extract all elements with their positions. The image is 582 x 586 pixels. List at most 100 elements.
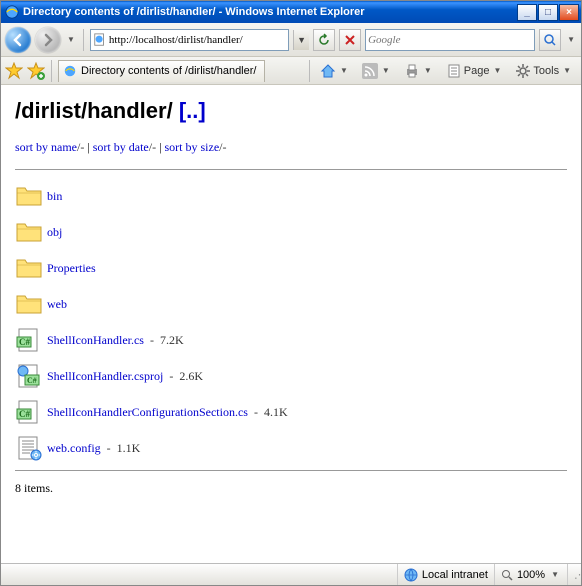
parent-link[interactable]: [..] [179, 98, 206, 123]
arrow-left-icon [11, 33, 25, 47]
status-zoom[interactable]: 100% ▼ [494, 564, 567, 585]
entry-link[interactable]: obj [47, 225, 62, 240]
fav-toolbar: Directory contents of /dirlist/handler/ … [1, 57, 581, 85]
folder-icon [15, 219, 43, 245]
directory-listing: bin obj Properties web C# ShellIconHandler.cs… [15, 178, 567, 466]
sort-options: sort by name/- | sort by date/- | sort b… [15, 140, 567, 155]
folder-icon [15, 291, 43, 317]
toolbar-separator [51, 60, 52, 82]
dash: - [150, 333, 154, 348]
list-item: C#ShellIconHandler.csproj - 2.6K [15, 358, 567, 394]
entry-size: 2.6K [179, 369, 203, 384]
sort-suffix: /- [149, 140, 156, 154]
browser-tab[interactable]: Directory contents of /dirlist/handler/ [58, 60, 265, 82]
window-title: Directory contents of /dirlist/handler/ … [23, 6, 517, 18]
maximize-button[interactable]: □ [538, 4, 558, 21]
page-menu-label: Page [464, 65, 490, 77]
refresh-button[interactable] [313, 29, 335, 51]
svg-text:C#: C# [19, 409, 30, 419]
search-dropdown[interactable]: ▼ [565, 35, 577, 44]
entry-link[interactable]: ShellIconHandler.cs [47, 333, 144, 348]
nav-toolbar: ▼ ▼ ▼ [1, 23, 581, 57]
heading-path: /dirlist/handler/ [15, 98, 173, 123]
sort-by-date-link[interactable]: sort by date [93, 140, 149, 154]
minimize-button[interactable]: _ [517, 4, 537, 21]
refresh-icon [317, 33, 331, 47]
folder-icon [15, 183, 43, 209]
nav-history-dropdown[interactable]: ▼ [65, 35, 77, 44]
csproj-icon: C# [15, 363, 43, 389]
zoom-label: 100% [517, 569, 545, 581]
content-area: /dirlist/handler/ [..] sort by name/- | … [1, 85, 581, 563]
svg-text:C#: C# [19, 337, 30, 347]
sort-suffix: /- [219, 140, 226, 154]
tab-title: Directory contents of /dirlist/handler/ [81, 65, 256, 77]
list-item: web.config - 1.1K [15, 430, 567, 466]
zoom-icon [501, 569, 513, 581]
favorites-star-icon[interactable] [5, 62, 23, 80]
address-bar[interactable] [90, 29, 289, 51]
status-zone: Local intranet [397, 564, 494, 585]
entry-size: 4.1K [264, 405, 288, 420]
resize-grip[interactable]: ⋰ [567, 564, 581, 585]
stop-button[interactable] [339, 29, 361, 51]
search-button[interactable] [539, 29, 561, 51]
list-item: Properties [15, 250, 567, 286]
dash: - [254, 405, 258, 420]
entry-link[interactable]: ShellIconHandlerConfigurationSection.cs [47, 405, 248, 420]
search-box[interactable] [365, 29, 535, 51]
stop-icon [344, 34, 356, 46]
feeds-button[interactable]: ▼ [358, 60, 396, 82]
status-message [1, 564, 397, 585]
page-icon [93, 33, 107, 47]
entry-link[interactable]: ShellIconHandler.csproj [47, 369, 163, 384]
rss-icon [362, 63, 378, 79]
page-heading: /dirlist/handler/ [..] [15, 98, 567, 124]
toolbar-separator [309, 60, 310, 82]
dash: - [107, 441, 111, 456]
divider [15, 169, 567, 170]
search-input[interactable] [368, 34, 532, 46]
folder-icon [15, 255, 43, 281]
sort-by-name-link[interactable]: sort by name [15, 140, 77, 154]
address-input[interactable] [109, 31, 286, 49]
arrow-right-icon [41, 33, 55, 47]
sort-suffix: /- [77, 140, 84, 154]
tools-menu-label: Tools [533, 65, 559, 77]
entry-link[interactable]: web.config [47, 441, 101, 456]
svg-text:C#: C# [27, 376, 37, 385]
list-item: C# ShellIconHandler.cs - 7.2K [15, 322, 567, 358]
zone-label: Local intranet [422, 569, 488, 581]
gear-icon [515, 63, 531, 79]
entry-size: 7.2K [160, 333, 184, 348]
print-icon [404, 63, 420, 79]
entry-size: 1.1K [117, 441, 141, 456]
entry-link[interactable]: bin [47, 189, 62, 204]
print-button[interactable]: ▼ [400, 60, 438, 82]
config-icon [15, 435, 43, 461]
divider [15, 470, 567, 471]
forward-button[interactable] [35, 27, 61, 53]
entry-link[interactable]: web [47, 297, 67, 312]
list-item: C# ShellIconHandlerConfigurationSection.c… [15, 394, 567, 430]
sort-by-size-link[interactable]: sort by size [165, 140, 220, 154]
list-item: bin [15, 178, 567, 214]
address-dropdown[interactable]: ▼ [293, 30, 309, 50]
items-count: 8 items. [15, 481, 567, 496]
status-bar: Local intranet 100% ▼ ⋰ [1, 563, 581, 585]
cs-icon: C# [15, 327, 43, 353]
tab-ie-icon [63, 64, 77, 78]
back-button[interactable] [5, 27, 31, 53]
title-bar: Directory contents of /dirlist/handler/ … [1, 1, 581, 23]
add-favorite-icon[interactable] [27, 62, 45, 80]
window-controls: _ □ × [517, 4, 579, 21]
page-menu[interactable]: Page ▼ [442, 60, 508, 82]
cs-icon: C# [15, 399, 43, 425]
entry-link[interactable]: Properties [47, 261, 96, 276]
home-button[interactable]: ▼ [316, 60, 354, 82]
tools-menu[interactable]: Tools ▼ [511, 60, 577, 82]
toolbar-separator [83, 29, 84, 51]
ie-icon [5, 5, 19, 19]
intranet-icon [404, 568, 418, 582]
close-button[interactable]: × [559, 4, 579, 21]
